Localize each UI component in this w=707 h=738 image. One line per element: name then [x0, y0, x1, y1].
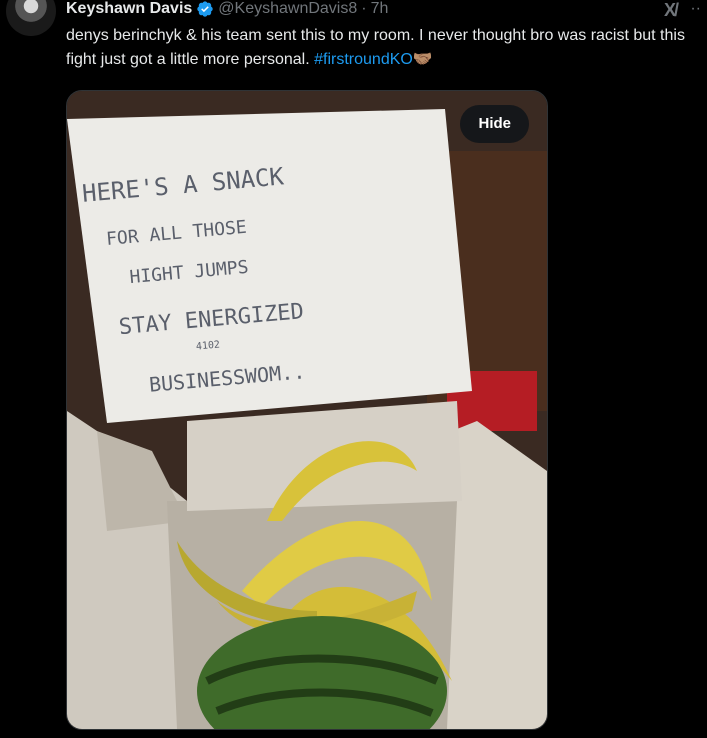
photo-note-bananas: HERE'S A SNACK FOR ALL THOSE HIGHT JUMPS…	[67, 91, 547, 729]
more-icon[interactable]: ··	[690, 0, 701, 18]
author-handle[interactable]: @KeyshawnDavis8	[218, 0, 357, 18]
tweet-text: denys berinchyk & his team sent this to …	[66, 24, 696, 72]
verified-badge-icon	[197, 1, 213, 17]
timestamp[interactable]: 7h	[371, 0, 389, 18]
note-line-5: 4102	[195, 340, 220, 353]
author-name[interactable]: Keyshawn Davis	[66, 0, 192, 18]
hide-button[interactable]: Hide	[460, 105, 529, 143]
tweet-media[interactable]: HERE'S A SNACK FOR ALL THOSE HIGHT JUMPS…	[66, 90, 548, 730]
grok-icon[interactable]: X/	[664, 0, 679, 21]
avatar[interactable]	[6, 0, 56, 36]
handshake-emoji: 🤝🏽	[412, 51, 433, 68]
hashtag-link[interactable]: #firstroundKO	[314, 51, 413, 68]
separator: ·	[361, 0, 367, 17]
tweet-header: Keyshawn Davis @KeyshawnDavis8 · 7h	[66, 0, 388, 20]
